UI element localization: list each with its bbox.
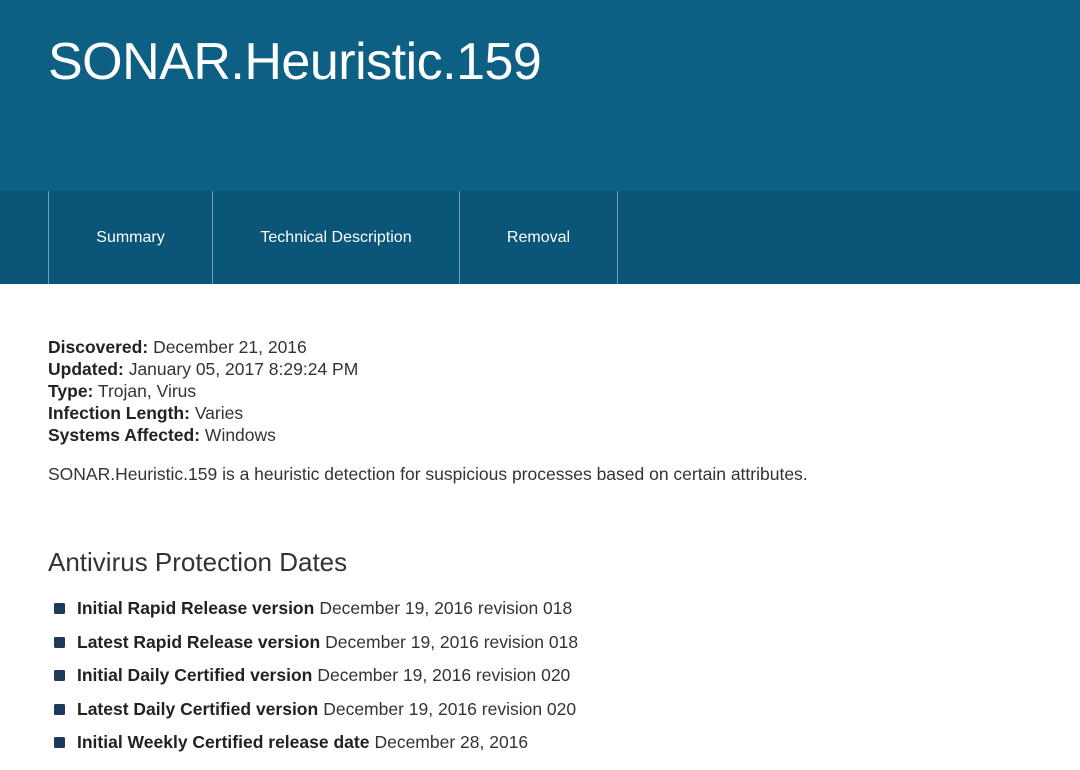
updated-row: Updated: January 05, 2017 8:29:24 PM (48, 358, 358, 380)
discovered-label: Discovered: (48, 337, 149, 357)
systems-affected-row: Systems Affected: Windows (48, 424, 358, 446)
protection-date-label: Latest Rapid Release version (77, 631, 321, 652)
discovered-value: December 21, 2016 (153, 337, 307, 357)
discovered-row: Discovered: December 21, 2016 (48, 336, 358, 358)
systems-affected-label: Systems Affected: (48, 425, 201, 445)
systems-affected-value: Windows (204, 425, 276, 445)
protection-dates-list: Initial Rapid Release version December 1… (54, 594, 578, 762)
infection-length-label: Infection Length: (48, 403, 190, 423)
square-bullet-icon (54, 603, 65, 614)
tab-technical-description[interactable]: Technical Description (212, 191, 459, 284)
protection-date-label: Latest Daily Certified version (77, 698, 319, 719)
page-title: SONAR.Heuristic.159 (48, 33, 542, 91)
type-label: Type: (48, 381, 94, 401)
tab-removal[interactable]: Removal (459, 191, 618, 284)
protection-date-value: December 19, 2016 revision 020 (317, 665, 571, 685)
protection-date-value: December 28, 2016 (374, 732, 529, 752)
updated-value: January 05, 2017 8:29:24 PM (128, 359, 359, 379)
square-bullet-icon (54, 670, 65, 681)
threat-metadata: Discovered: December 21, 2016 Updated: J… (48, 336, 358, 446)
infection-length-row: Infection Length: Varies (48, 402, 358, 424)
list-item: Initial Weekly Certified release date De… (54, 728, 578, 762)
tab-bar: Summary Technical Description Removal (0, 191, 1080, 284)
protection-date-label: Initial Rapid Release version (77, 598, 315, 618)
type-row: Type: Trojan, Virus (48, 380, 358, 402)
updated-label: Updated: (48, 359, 124, 379)
protection-date-label: Initial Daily Certified version (77, 665, 313, 685)
protection-dates-heading: Antivirus Protection Dates (48, 547, 348, 577)
square-bullet-icon (54, 737, 65, 748)
tab-summary[interactable]: Summary (48, 191, 212, 284)
list-item: Initial Rapid Release version December 1… (54, 594, 578, 628)
protection-date-value: December 19, 2016 revision 020 (323, 698, 577, 719)
infection-length-value: Varies (194, 403, 244, 423)
list-item: Latest Daily Certified version December … (54, 695, 578, 729)
page-header: SONAR.Heuristic.159 (0, 0, 1080, 191)
threat-description: SONAR.Heuristic.159 is a heuristic detec… (48, 464, 808, 484)
list-item: Initial Daily Certified version December… (54, 661, 578, 695)
square-bullet-icon (54, 636, 65, 648)
protection-date-value: December 19, 2016 revision 018 (319, 598, 573, 618)
square-bullet-icon (54, 703, 65, 715)
list-item: Latest Rapid Release version December 19… (54, 628, 578, 662)
protection-date-label: Initial Weekly Certified release date (77, 732, 370, 752)
type-value: Trojan, Virus (97, 381, 197, 401)
protection-date-value: December 19, 2016 revision 018 (325, 631, 579, 652)
